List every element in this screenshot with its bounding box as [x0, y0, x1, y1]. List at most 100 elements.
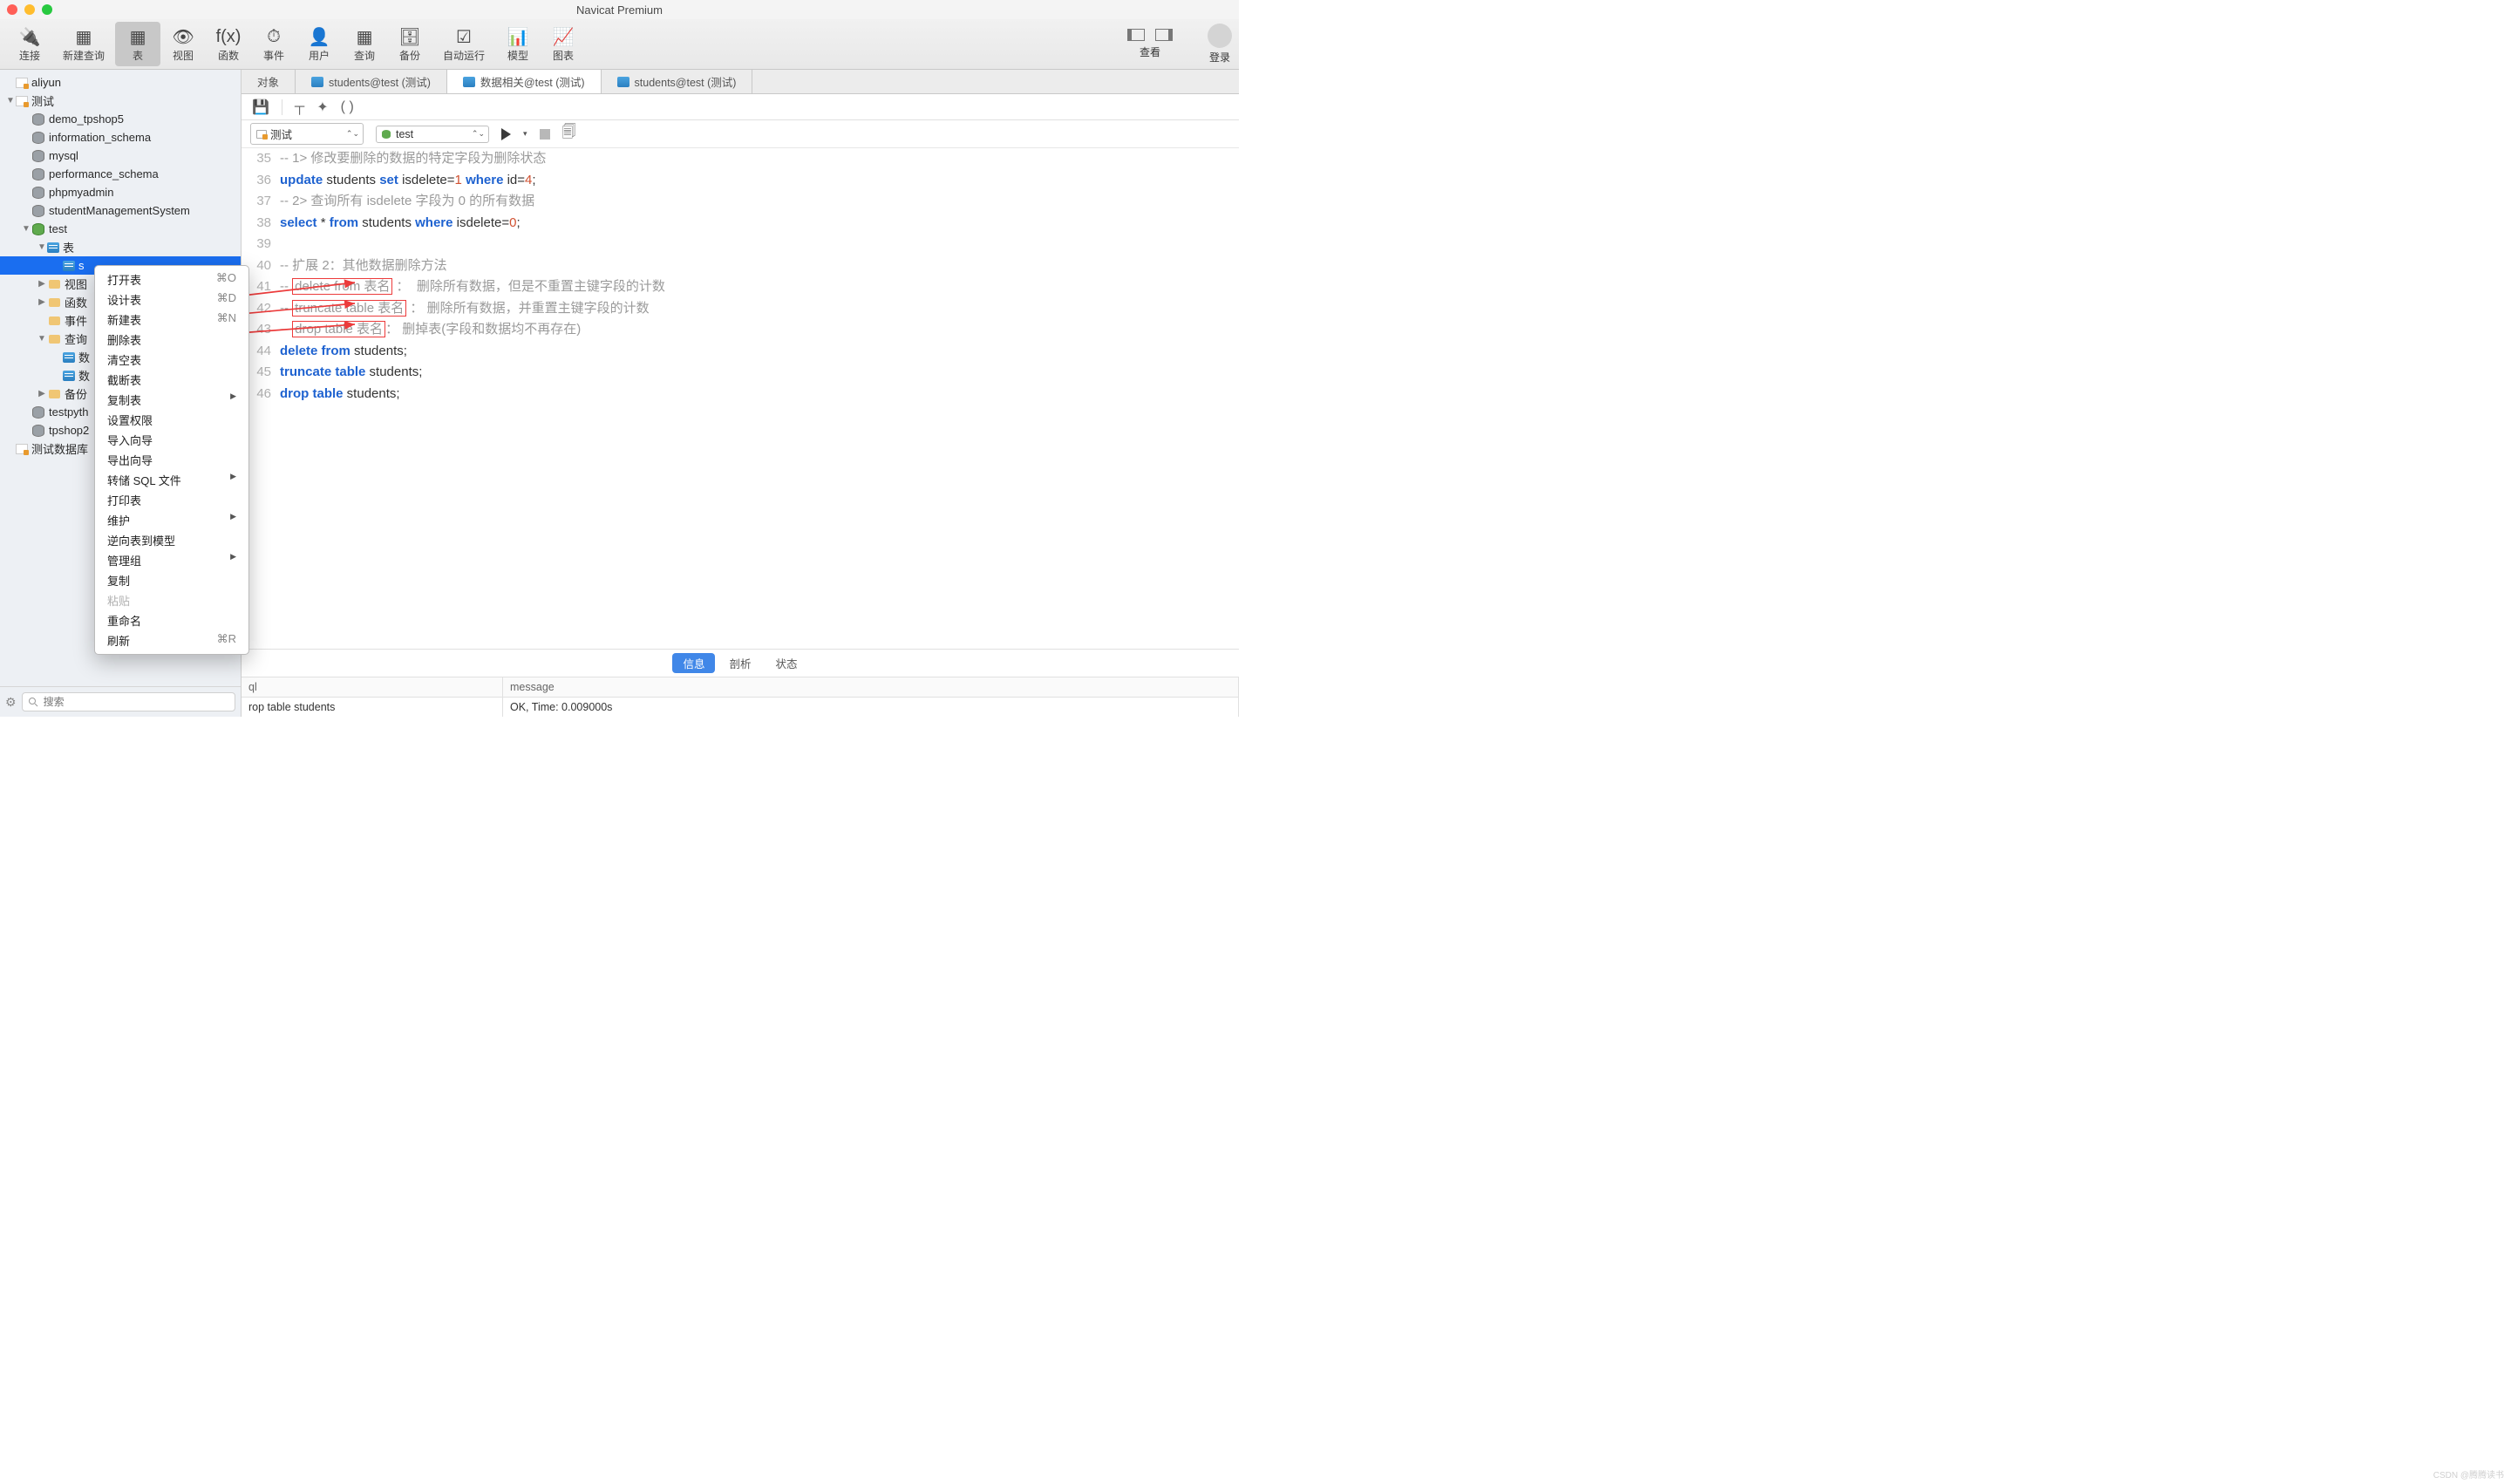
tree-item-mysql[interactable]: mysql — [0, 146, 241, 165]
disclosure-icon[interactable]: ▶ — [37, 389, 47, 398]
menu-label: 导入向导 — [107, 432, 153, 448]
tree-item-aliyun[interactable]: aliyun — [0, 73, 241, 92]
view-toggle[interactable] — [1127, 29, 1173, 41]
menu-维护[interactable]: 维护 — [95, 510, 248, 530]
login-label: 登录 — [1208, 50, 1232, 65]
tree-label: 查询 — [65, 330, 87, 347]
tree-label: mysql — [49, 149, 78, 162]
menu-复制表[interactable]: 复制表 — [95, 390, 248, 410]
tree-item-测试[interactable]: ▼测试 — [0, 92, 241, 110]
tree-label: testpyth — [49, 405, 89, 419]
menu-label: 打印表 — [107, 492, 141, 508]
result-cell: OK, Time: 0.009000s — [503, 698, 1238, 717]
tree-label: s — [78, 259, 85, 272]
toolbar-icon: 👁 — [171, 25, 195, 48]
menu-打印表[interactable]: 打印表 — [95, 490, 248, 510]
tree-item-studentManagementSystem[interactable]: studentManagementSystem — [0, 201, 241, 220]
maximize-icon[interactable] — [42, 4, 52, 15]
tab-students@test (测试)[interactable]: students@test (测试) — [296, 70, 447, 93]
disclosure-icon[interactable]: ▼ — [5, 96, 16, 106]
tree-item-demo_tpshop5[interactable]: demo_tpshop5 — [0, 110, 241, 128]
toolbar-事件[interactable]: ⏱事件 — [251, 22, 296, 66]
main-toolbar: 🔌连接▦新建查询▦表👁视图f(x)函数⏱事件👤用户▦查询🗄备份☑自动运行📊模型📈… — [0, 19, 1239, 70]
toolbar-查询[interactable]: ▦查询 — [342, 22, 387, 66]
menu-label: 维护 — [107, 512, 130, 528]
menu-截断表[interactable]: 截断表 — [95, 370, 248, 390]
tab-label: students@test (测试) — [329, 73, 431, 90]
sql-editor[interactable]: 35 36 37 38 39 40 41 42 43 44 45 46 -- 1… — [242, 148, 1239, 649]
code-content[interactable]: -- 1> 修改要删除的数据的特定字段为删除状态 update students… — [280, 148, 1239, 649]
toolbar-用户[interactable]: 👤用户 — [296, 22, 342, 66]
tree-item-test[interactable]: ▼test — [0, 220, 241, 238]
settings-icon[interactable]: ⚙ — [5, 695, 17, 710]
folder-icon — [47, 296, 61, 309]
editor-toolbar: 💾 ┬ ✦ ( ) — [242, 94, 1239, 120]
tree-label: performance_schema — [49, 167, 159, 180]
disclosure-icon[interactable]: ▼ — [37, 242, 47, 252]
beautify-icon[interactable]: ✦ — [316, 99, 328, 116]
result-tab-状态[interactable]: 状态 — [766, 653, 808, 673]
disclosure-icon[interactable]: ▶ — [37, 279, 47, 289]
explain-icon[interactable]: 🗐 — [562, 122, 576, 146]
toolbar-icon: 👤 — [307, 25, 331, 48]
tab-数据相关@test (测试)[interactable]: 数据相关@test (测试) — [447, 70, 602, 93]
menu-导出向导[interactable]: 导出向导 — [95, 450, 248, 470]
brackets-icon[interactable]: ( ) — [341, 99, 354, 115]
result-tab-剖析[interactable]: 剖析 — [718, 653, 761, 673]
disclosure-icon[interactable]: ▼ — [37, 334, 47, 344]
minimize-icon[interactable] — [24, 4, 35, 15]
avatar[interactable] — [1208, 24, 1232, 48]
menu-清空表[interactable]: 清空表 — [95, 350, 248, 370]
save-icon[interactable]: 💾 — [252, 99, 269, 116]
toolbar-自动运行[interactable]: ☑自动运行 — [432, 22, 495, 66]
tbl-icon — [47, 242, 59, 253]
menu-打开表[interactable]: 打开表⌘O — [95, 269, 248, 289]
tree-item-表[interactable]: ▼表 — [0, 238, 241, 256]
toolbar-模型[interactable]: 📊模型 — [495, 22, 541, 66]
toolbar-函数[interactable]: f(x)函数 — [206, 22, 251, 66]
toolbar-label: 查询 — [354, 48, 375, 63]
result-col-head: ql — [242, 677, 502, 698]
menu-转储 SQL 文件[interactable]: 转储 SQL 文件 — [95, 470, 248, 490]
menu-复制[interactable]: 复制 — [95, 570, 248, 590]
menu-设计表[interactable]: 设计表⌘D — [95, 289, 248, 310]
format-icon[interactable]: ┬ — [295, 99, 304, 115]
stop-button[interactable] — [540, 129, 550, 140]
connection-selector[interactable]: 测试 — [250, 123, 364, 145]
menu-label: 逆向表到模型 — [107, 532, 175, 548]
menu-导入向导[interactable]: 导入向导 — [95, 430, 248, 450]
result-tab-信息[interactable]: 信息 — [672, 653, 715, 673]
tab-students@test (测试)[interactable]: students@test (测试) — [602, 70, 753, 93]
search-input[interactable] — [22, 692, 235, 711]
menu-重命名[interactable]: 重命名 — [95, 610, 248, 630]
toolbar-表[interactable]: ▦表 — [115, 22, 160, 66]
toolbar-连接[interactable]: 🔌连接 — [7, 22, 52, 66]
close-icon[interactable] — [7, 4, 17, 15]
menu-刷新[interactable]: 刷新⌘R — [95, 630, 248, 650]
menu-逆向表到模型[interactable]: 逆向表到模型 — [95, 530, 248, 550]
tree-item-phpmyadmin[interactable]: phpmyadmin — [0, 183, 241, 201]
toolbar-视图[interactable]: 👁视图 — [160, 22, 206, 66]
run-button[interactable] — [501, 128, 511, 140]
context-menu: 打开表⌘O设计表⌘D新建表⌘N删除表清空表截断表复制表设置权限导入向导导出向导转… — [94, 265, 249, 655]
sql-icon — [617, 77, 629, 87]
toolbar-新建查询[interactable]: ▦新建查询 — [52, 22, 115, 66]
toolbar-label: 模型 — [507, 48, 528, 63]
sql-icon — [463, 77, 475, 87]
conn-icon — [16, 78, 28, 88]
dbgray-icon — [31, 406, 45, 419]
toolbar-icon: ▦ — [71, 25, 96, 48]
tree-item-performance_schema[interactable]: performance_schema — [0, 165, 241, 183]
disclosure-icon[interactable]: ▶ — [37, 297, 47, 307]
menu-管理组[interactable]: 管理组 — [95, 550, 248, 570]
disclosure-icon[interactable]: ▼ — [21, 224, 31, 234]
toolbar-图表[interactable]: 📈图表 — [541, 22, 586, 66]
menu-新建表[interactable]: 新建表⌘N — [95, 310, 248, 330]
toolbar-备份[interactable]: 🗄备份 — [387, 22, 432, 66]
menu-删除表[interactable]: 删除表 — [95, 330, 248, 350]
menu-shortcut: ⌘R — [217, 632, 236, 649]
tree-item-information_schema[interactable]: information_schema — [0, 128, 241, 146]
tab-对象[interactable]: 对象 — [242, 70, 296, 93]
database-selector[interactable]: test — [376, 126, 489, 143]
menu-设置权限[interactable]: 设置权限 — [95, 410, 248, 430]
